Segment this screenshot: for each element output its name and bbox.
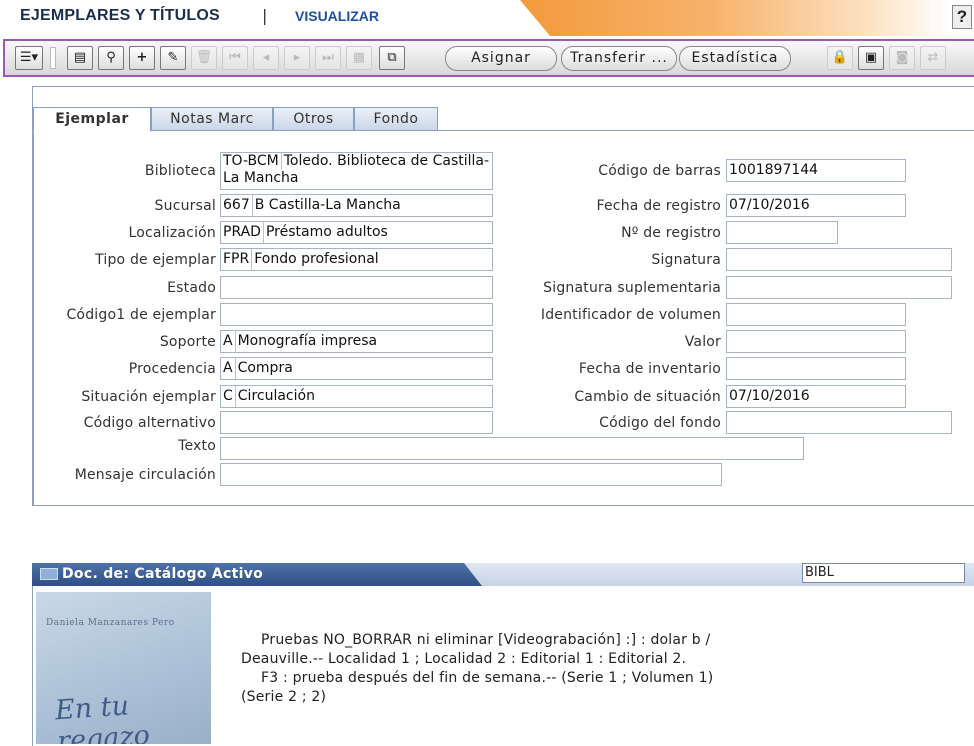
- field-value: Préstamo adultos: [265, 224, 388, 240]
- field-localizacion[interactable]: PRAD Préstamo adultos: [220, 221, 493, 244]
- document-search-input[interactable]: BIBL: [802, 563, 965, 583]
- label-soporte: Soporte: [159, 334, 216, 350]
- label-numero-registro: Nº de registro: [621, 225, 721, 241]
- field-numero-registro[interactable]: [726, 221, 838, 244]
- field-code: A: [223, 331, 236, 352]
- label-procedencia: Procedencia: [128, 361, 216, 377]
- field-codigo1-ejemplar[interactable]: [220, 303, 493, 326]
- field-code: TO-BCM: [223, 153, 282, 170]
- toolbar: ☰▾ ▤ ⚲ + ✎ 🗑 ⏮ ◂ ▸ ⏭ ▦ ⧉ Asignar Transfe…: [3, 39, 974, 77]
- label-codigo-fondo: Código del fondo: [599, 415, 721, 431]
- field-biblioteca[interactable]: TO-BCM Toledo. Biblioteca de Castilla-La …: [220, 152, 493, 190]
- label-codigo1-ejemplar: Código1 de ejemplar: [66, 307, 216, 323]
- label-mensaje-circulacion: Mensaje circulación: [74, 467, 216, 483]
- print-icon[interactable]: ▣: [858, 46, 884, 70]
- tab-notas-marc[interactable]: Notas Marc: [151, 107, 273, 131]
- previous-record-icon: ◂: [253, 46, 279, 70]
- label-fecha-registro: Fecha de registro: [596, 198, 721, 214]
- field-situacion-ejemplar[interactable]: C Circulación: [220, 385, 493, 408]
- document-title: Doc. de: Catálogo Activo: [62, 566, 264, 582]
- field-estado[interactable]: [220, 276, 493, 299]
- cover-author: Daniela Manzanares Pero: [46, 618, 175, 628]
- display-icon[interactable]: ▤: [67, 46, 93, 70]
- field-signatura-suplementaria[interactable]: [726, 276, 952, 299]
- field-fecha-registro[interactable]: 07/10/2016: [726, 194, 906, 217]
- field-valor[interactable]: [726, 330, 906, 353]
- field-identificador-volumen[interactable]: [726, 303, 906, 326]
- camera-icon: ◙: [889, 46, 915, 70]
- field-value: Compra: [237, 360, 293, 376]
- label-fecha-inventario: Fecha de inventario: [578, 361, 721, 377]
- label-texto: Texto: [178, 438, 216, 454]
- field-value: Monografía impresa: [237, 333, 378, 349]
- field-fecha-inventario[interactable]: [726, 357, 906, 380]
- label-valor: Valor: [684, 334, 721, 350]
- tab-otros[interactable]: Otros: [273, 107, 354, 131]
- help-button[interactable]: ?: [952, 5, 972, 29]
- field-codigo-barras[interactable]: 1001897144: [726, 159, 906, 182]
- toolbar-handle[interactable]: [50, 47, 56, 69]
- label-situacion-ejemplar: Situación ejemplar: [81, 389, 216, 405]
- last-record-icon: ⏭: [315, 46, 341, 70]
- label-codigo-alternativo: Código alternativo: [83, 415, 216, 431]
- statistics-button[interactable]: Estadística: [679, 46, 791, 71]
- label-sucursal: Sucursal: [154, 198, 216, 214]
- window-icon: [40, 568, 58, 580]
- field-code: PRAD: [223, 222, 264, 243]
- app-header: EJEMPLARES Y TÍTULOS | VISUALIZAR ?: [0, 0, 974, 36]
- field-soporte[interactable]: A Monografía impresa: [220, 330, 493, 353]
- book-cover-image: Daniela Manzanares Pero En tu regazo: [36, 592, 211, 744]
- copy-icon[interactable]: ⧉: [379, 46, 405, 70]
- label-identificador-volumen: Identificador de volumen: [540, 307, 721, 323]
- tab-ejemplar[interactable]: Ejemplar: [33, 107, 151, 132]
- next-record-icon: ▸: [284, 46, 310, 70]
- bibliographic-description: Pruebas NO_BORRAR ni eliminar [Videograb…: [241, 631, 741, 707]
- assign-button[interactable]: Asignar: [445, 46, 557, 71]
- field-value: B Castilla-La Mancha: [254, 197, 401, 213]
- field-procedencia[interactable]: A Compra: [220, 357, 493, 380]
- field-codigo-fondo[interactable]: [726, 411, 952, 434]
- field-tipo-ejemplar[interactable]: FPR Fondo profesional: [220, 248, 493, 271]
- first-record-icon: ⏮: [222, 46, 248, 70]
- description-line: Pruebas NO_BORRAR ni eliminar [Videograb…: [241, 632, 711, 667]
- transfer-button[interactable]: Transferir ...: [561, 46, 677, 71]
- field-code: FPR: [223, 249, 253, 270]
- description-line: F3 : prueba después del fin de semana.--…: [241, 670, 714, 705]
- label-signatura-suplementaria: Signatura suplementaria: [543, 280, 721, 296]
- label-localizacion: Localización: [128, 225, 216, 241]
- field-texto[interactable]: [220, 437, 804, 460]
- label-signatura: Signatura: [651, 252, 721, 268]
- field-code: C: [223, 386, 236, 407]
- field-mensaje-circulacion[interactable]: [220, 463, 722, 486]
- table-view-icon: ▦: [346, 46, 372, 70]
- search-icon[interactable]: ⚲: [98, 46, 124, 70]
- field-value: Circulación: [237, 388, 315, 404]
- page-title: EJEMPLARES Y TÍTULOS: [20, 7, 220, 24]
- list-menu-icon[interactable]: ☰▾: [15, 46, 43, 70]
- tab-fondo[interactable]: Fondo: [354, 107, 438, 131]
- transfer-image-icon: ⇄: [920, 46, 946, 70]
- label-tipo-ejemplar: Tipo de ejemplar: [95, 252, 216, 268]
- add-icon[interactable]: +: [129, 46, 155, 70]
- delete-icon: 🗑: [191, 46, 217, 70]
- field-signatura[interactable]: [726, 248, 952, 271]
- label-codigo-barras: Código de barras: [598, 163, 721, 179]
- field-cambio-situacion[interactable]: 07/10/2016: [726, 385, 906, 408]
- label-cambio-situacion: Cambio de situación: [574, 389, 721, 405]
- view-mode-label: VISUALIZAR: [295, 8, 379, 24]
- document-header: Doc. de: Catálogo Activo BIBL: [32, 563, 974, 586]
- field-value: Fondo profesional: [254, 251, 379, 267]
- header-separator: |: [262, 6, 268, 25]
- edit-icon[interactable]: ✎: [160, 46, 186, 70]
- header-decoration: [520, 0, 950, 36]
- field-code: 667: [223, 195, 253, 216]
- lock-icon: 🔒: [827, 46, 853, 70]
- label-biblioteca: Biblioteca: [144, 163, 216, 179]
- cover-title: En tu regazo: [54, 690, 151, 744]
- field-sucursal[interactable]: 667 B Castilla-La Mancha: [220, 194, 493, 217]
- label-estado: Estado: [167, 280, 216, 296]
- field-code: A: [223, 358, 236, 379]
- field-codigo-alternativo[interactable]: [220, 411, 493, 434]
